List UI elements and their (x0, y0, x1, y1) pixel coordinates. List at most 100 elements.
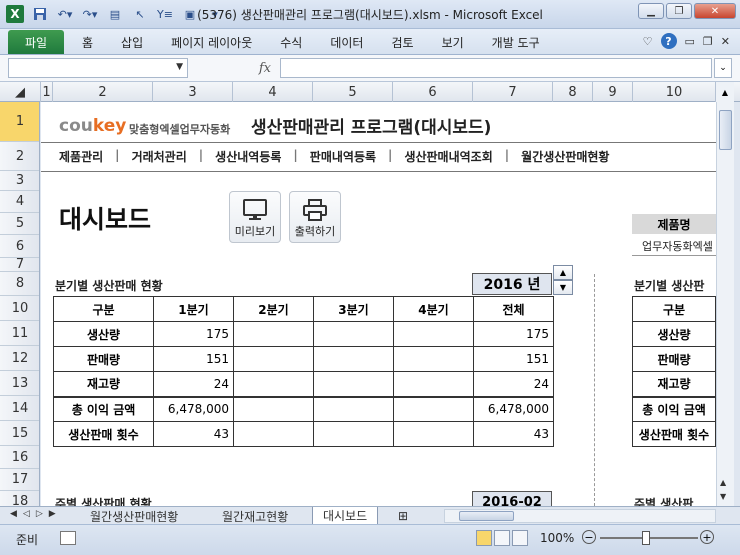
horizontal-scrollbar[interactable] (444, 509, 716, 523)
spin-down-icon[interactable]: ▼ (553, 280, 573, 295)
tab-home[interactable]: 홈 (68, 34, 107, 51)
help-icon[interactable]: ? (660, 33, 677, 49)
column-header[interactable]: 4 (233, 82, 313, 102)
sheet-tab-monthly-production[interactable]: 월간생산판매현황 (80, 507, 188, 525)
zoom-out-icon[interactable]: − (582, 530, 596, 544)
split-box-icon[interactable]: ▲ (716, 82, 734, 102)
table-cell[interactable]: 24 (153, 371, 234, 397)
table-cell[interactable] (393, 395, 474, 422)
preview-button[interactable]: 미리보기 (229, 191, 281, 243)
spin-up-icon[interactable]: ▲ (553, 265, 573, 280)
menu-product-management[interactable]: 제품관리 (59, 148, 103, 165)
table-cell[interactable]: 43 (473, 421, 554, 447)
table-cell[interactable]: 24 (473, 371, 554, 397)
table-cell[interactable] (313, 371, 394, 397)
row-header[interactable]: 11 (0, 321, 39, 346)
close-button[interactable]: ✕ (694, 3, 736, 19)
table-cell[interactable] (233, 346, 314, 372)
tab-insert[interactable]: 삽입 (107, 34, 157, 51)
row-header[interactable]: 8 (0, 272, 39, 296)
table-cell[interactable] (393, 321, 474, 347)
workbook-restore-icon[interactable]: ❐ (703, 35, 713, 48)
column-header[interactable]: 3 (153, 82, 233, 102)
row-header[interactable]: 4 (0, 191, 39, 213)
table-cell[interactable] (313, 395, 394, 422)
row-header[interactable]: 18 (0, 491, 39, 506)
row-header[interactable]: 14 (0, 396, 39, 421)
tab-developer[interactable]: 개발 도구 (478, 34, 554, 51)
tab-file[interactable]: 파일 (8, 30, 64, 54)
row-header[interactable]: 15 (0, 421, 39, 446)
table-cell[interactable]: 151 (473, 346, 554, 372)
table-cell[interactable] (233, 321, 314, 347)
menu-history-lookup[interactable]: 생산판매내역조회 (404, 148, 492, 165)
zoom-level[interactable]: 100% (540, 531, 574, 545)
table-cell[interactable] (233, 371, 314, 397)
column-header[interactable]: 5 (313, 82, 393, 102)
zoom-in-icon[interactable]: + (700, 530, 714, 544)
table-cell[interactable]: 6,478,000 (153, 395, 234, 422)
sheet-nav-icons[interactable]: ◀◁▷▶ (10, 509, 62, 519)
product-name-value[interactable]: 업무자동화엑셀 (632, 236, 716, 256)
menu-production-entry[interactable]: 생산내역등록 (215, 148, 281, 165)
page-layout-view-icon[interactable] (494, 530, 510, 546)
name-box[interactable]: ▼ (8, 58, 188, 78)
tab-review[interactable]: 검토 (377, 34, 427, 51)
row-header[interactable]: 3 (0, 171, 39, 191)
normal-view-icon[interactable] (476, 530, 492, 546)
name-box-dropdown-icon[interactable]: ▼ (176, 62, 183, 72)
table-cell[interactable] (233, 395, 314, 422)
macro-record-icon[interactable] (60, 531, 76, 545)
week-value[interactable]: 2016-02 (472, 491, 552, 506)
vertical-scroll-thumb[interactable] (719, 110, 732, 150)
row-header[interactable]: 13 (0, 371, 39, 396)
table-cell[interactable] (313, 346, 394, 372)
table-cell[interactable]: 6,478,000 (473, 395, 554, 422)
table-cell[interactable]: 175 (473, 321, 554, 347)
tab-view[interactable]: 보기 (428, 34, 478, 51)
table-cell[interactable] (393, 371, 474, 397)
row-header[interactable]: 12 (0, 346, 39, 371)
scroll-down-icon[interactable]: ▼ (720, 492, 726, 501)
table-cell[interactable] (393, 346, 474, 372)
print-button[interactable]: 출력하기 (289, 191, 341, 243)
restore-button[interactable]: ❐ (666, 3, 692, 19)
row-header[interactable]: 17 (0, 469, 39, 491)
menu-client-management[interactable]: 거래처관리 (132, 148, 187, 165)
new-sheet-icon[interactable]: ⊞ (388, 507, 418, 525)
table-cell[interactable] (313, 421, 394, 447)
column-header[interactable]: 9 (593, 82, 633, 102)
row-header[interactable]: 5 (0, 213, 39, 235)
sheet-tab-monthly-inventory[interactable]: 월간재고현황 (212, 507, 298, 525)
tab-data[interactable]: 데이터 (316, 34, 377, 51)
worksheet-grid[interactable]: coukey 맞춤형엑셀업무자동화 생산판매관리 프로그램(대시보드) 제품관리… (41, 102, 716, 506)
tab-page-layout[interactable]: 페이지 레이아웃 (157, 34, 266, 51)
page-break-view-icon[interactable] (512, 530, 528, 546)
workbook-minimize-icon[interactable]: ▭ (685, 35, 695, 48)
menu-sales-entry[interactable]: 판매내역등록 (310, 148, 376, 165)
table-cell[interactable]: 151 (153, 346, 234, 372)
table-cell[interactable] (393, 421, 474, 447)
year-value[interactable]: 2016 년 (472, 273, 552, 295)
horizontal-scroll-thumb[interactable] (459, 511, 514, 521)
row-header[interactable]: 16 (0, 446, 39, 469)
row-header[interactable]: 7 (0, 257, 39, 272)
zoom-slider-knob[interactable] (642, 531, 650, 545)
row-header[interactable]: 1 (0, 102, 39, 142)
column-header[interactable]: 10 (633, 82, 716, 102)
table-cell[interactable] (233, 421, 314, 447)
workbook-close-icon[interactable]: ✕ (721, 35, 730, 48)
vertical-scrollbar[interactable]: ▲ ▼ (716, 102, 734, 506)
table-cell[interactable] (313, 321, 394, 347)
row-header[interactable]: 2 (0, 142, 39, 171)
menu-monthly-status[interactable]: 월간생산판매현황 (521, 148, 609, 165)
row-header[interactable]: 10 (0, 296, 39, 321)
column-header[interactable]: 2 (53, 82, 153, 102)
column-header[interactable]: 1 (41, 82, 53, 102)
column-header[interactable]: 7 (473, 82, 553, 102)
tab-formulas[interactable]: 수식 (266, 34, 316, 51)
minimize-button[interactable]: ▁ (638, 3, 664, 19)
formula-input[interactable] (280, 58, 712, 78)
scroll-up-icon[interactable]: ▲ (720, 478, 726, 487)
formula-expand-icon[interactable]: ⌄ (714, 58, 732, 78)
